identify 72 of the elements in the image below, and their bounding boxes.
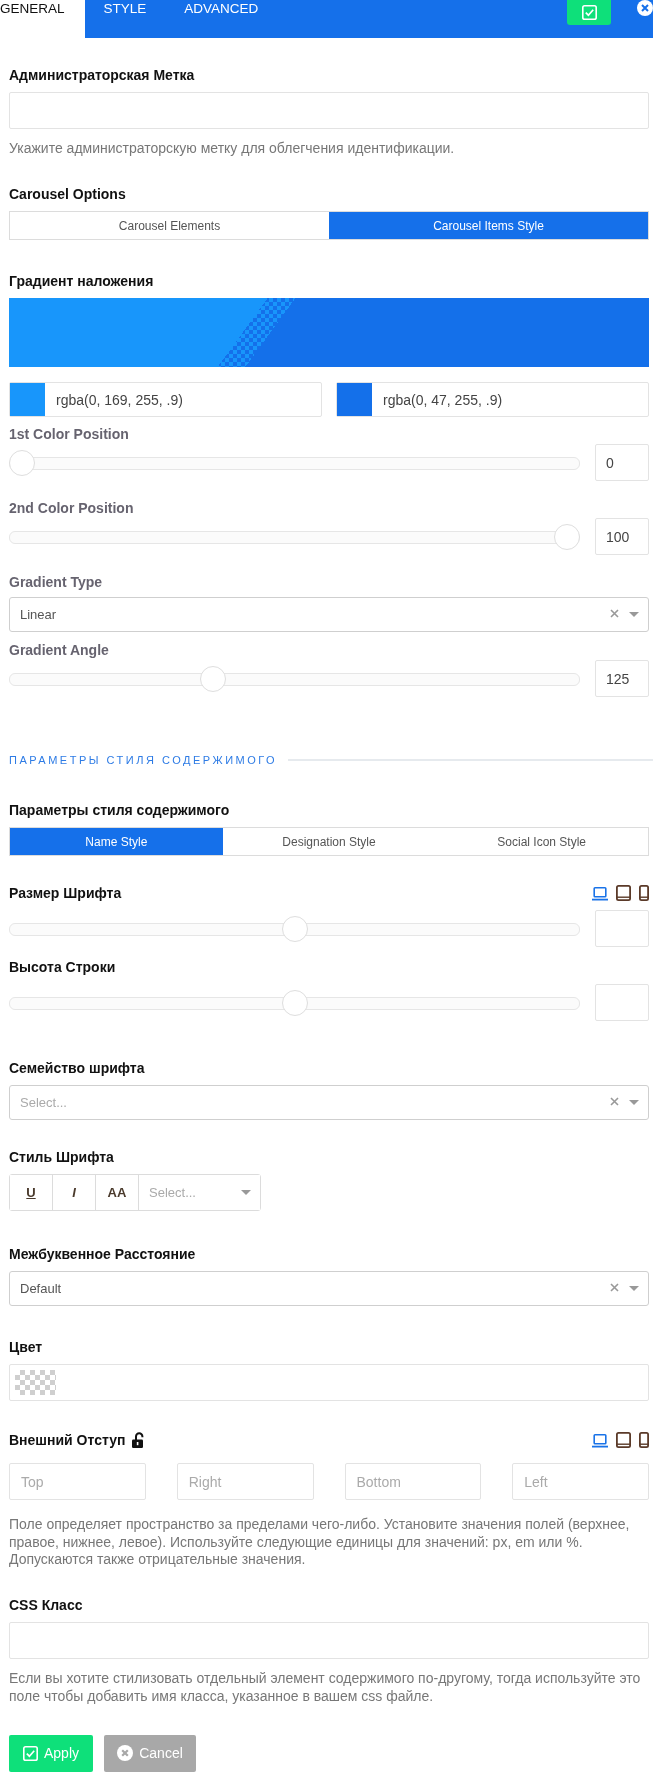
phone-icon[interactable] bbox=[639, 885, 649, 901]
close-icon[interactable] bbox=[637, 0, 653, 16]
segment-tab[interactable]: Name Style bbox=[10, 828, 223, 855]
margin-input[interactable]: Left bbox=[512, 1463, 649, 1500]
number-input[interactable]: 0 bbox=[595, 444, 649, 481]
field-label: Gradient Angle bbox=[9, 641, 110, 659]
clear-icon[interactable] bbox=[610, 1282, 619, 1292]
tab[interactable]: GENERAL bbox=[0, 0, 85, 38]
text-input[interactable] bbox=[9, 92, 649, 129]
field-label: Высота Строки bbox=[9, 958, 116, 976]
tab[interactable]: ADVANCED bbox=[165, 0, 278, 38]
help-text: Укажите администраторскую метку для облегчения идентификации. bbox=[9, 139, 456, 157]
color-input[interactable]: rgba(0, 169, 255, .9) bbox=[9, 382, 322, 417]
color-input[interactable]: rgba(0, 47, 255, .9) bbox=[336, 382, 649, 417]
field-label: Размер Шрифта bbox=[9, 884, 122, 902]
slider-track[interactable] bbox=[9, 989, 580, 1016]
tab[interactable]: STYLE bbox=[84, 0, 166, 38]
caret-icon bbox=[629, 1286, 639, 1291]
check-square-icon bbox=[23, 1745, 38, 1761]
margin-input[interactable]: Right bbox=[176, 1463, 314, 1500]
caret-icon bbox=[629, 612, 639, 617]
slider-track[interactable] bbox=[9, 915, 580, 942]
field-label: Carousel Options bbox=[9, 185, 127, 203]
caret-icon bbox=[629, 1100, 639, 1105]
field-label: 2nd Color Position bbox=[9, 499, 135, 517]
number-input[interactable]: 125 bbox=[595, 660, 649, 697]
caret-icon bbox=[241, 1190, 251, 1195]
field-label: Администраторская Метка bbox=[9, 66, 196, 84]
text-input[interactable] bbox=[9, 1621, 649, 1659]
color-swatch-icon[interactable] bbox=[337, 383, 372, 416]
underline-button[interactable]: U bbox=[10, 1175, 53, 1210]
clear-icon[interactable] bbox=[610, 608, 619, 618]
clear-icon[interactable] bbox=[610, 1096, 619, 1106]
field-label: Gradient Type bbox=[9, 573, 104, 591]
confirm-button[interactable] bbox=[567, 0, 611, 25]
field-label: Межбуквенное Расстояние bbox=[9, 1245, 197, 1263]
number-input[interactable] bbox=[595, 910, 649, 947]
slider-thumb[interactable] bbox=[199, 665, 226, 692]
tablet-icon[interactable] bbox=[616, 1432, 631, 1448]
color-swatch-icon[interactable] bbox=[10, 383, 45, 416]
segment-tab[interactable]: Carousel Items Style bbox=[329, 212, 648, 239]
field-label: Внешний Отступ bbox=[9, 1431, 126, 1449]
help-text: Если вы хотите стилизовать отдельный элемент содержимого по-другому, тогда используйте это поле чтобы добавить имя класса, указанное в вашем css файле. bbox=[9, 1668, 642, 1705]
phone-icon[interactable] bbox=[639, 1432, 649, 1448]
field-label: Стиль Шрифта bbox=[9, 1148, 115, 1166]
slider-thumb[interactable] bbox=[281, 989, 308, 1016]
slider-thumb[interactable] bbox=[281, 915, 308, 942]
slider-track[interactable] bbox=[9, 523, 580, 550]
laptop-icon[interactable] bbox=[592, 885, 608, 901]
tablet-icon[interactable] bbox=[616, 885, 631, 901]
field-label: CSS Класс bbox=[9, 1595, 84, 1614]
laptop-icon[interactable] bbox=[592, 1432, 608, 1448]
margin-input[interactable]: Bottom bbox=[344, 1463, 482, 1500]
margin-input[interactable]: Top bbox=[9, 1463, 146, 1500]
slider-track[interactable] bbox=[9, 449, 580, 476]
field-label: 1st Color Position bbox=[9, 425, 130, 443]
number-input[interactable]: 100 bbox=[595, 518, 649, 555]
field-label: Градиент наложения bbox=[9, 272, 155, 290]
field-label: Параметры стиля содержимого bbox=[9, 801, 231, 819]
dropdown[interactable]: Linear bbox=[9, 597, 649, 632]
color-picker-field[interactable] bbox=[9, 1364, 649, 1401]
dropdown[interactable]: Default bbox=[9, 1271, 649, 1306]
slider-thumb[interactable] bbox=[9, 449, 35, 476]
section-title: ПАРАМЕТРЫ СТИЛЯ СОДЕРЖИМОГО bbox=[9, 753, 278, 768]
field-label: Семейство шрифта bbox=[9, 1059, 146, 1077]
slider-track[interactable] bbox=[9, 665, 580, 692]
field-label: Цвет bbox=[9, 1338, 44, 1356]
number-input[interactable] bbox=[595, 984, 649, 1021]
check-square-icon bbox=[581, 5, 597, 20]
help-text: Поле определяет пространство за пределами чего-либо. Установите значения полей (верхнее, правое, нижнее, левое). Используйте следующие единицы для значений: px, em или %. Допускаются также отрицательные значения. bbox=[9, 1516, 631, 1569]
x-circle-icon bbox=[117, 1745, 134, 1761]
slider-thumb[interactable] bbox=[554, 523, 580, 550]
